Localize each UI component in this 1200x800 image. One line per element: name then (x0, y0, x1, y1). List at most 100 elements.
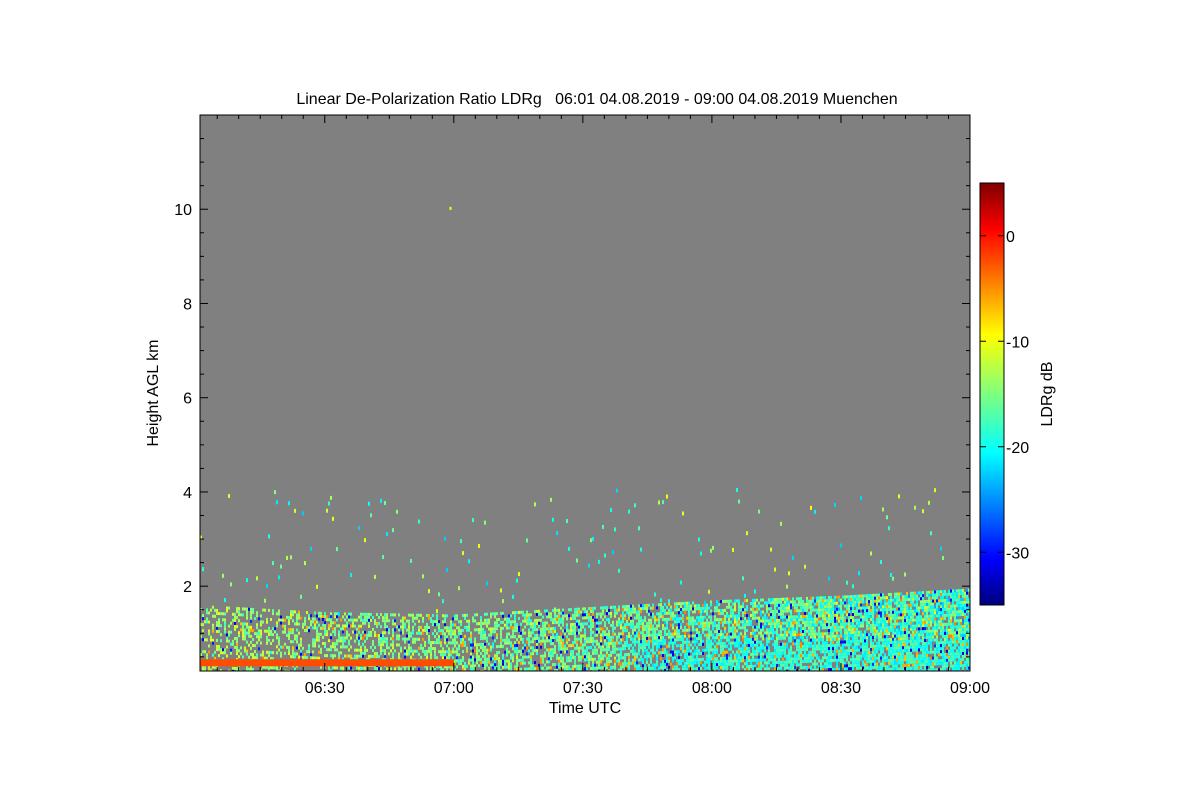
ldr-pixel (784, 636, 786, 640)
ldr-pixel (484, 654, 486, 658)
ldr-pixel (836, 661, 838, 665)
ldr-pixel (682, 640, 684, 644)
ldr-pixel (784, 603, 786, 607)
ldr-pixel (366, 636, 368, 640)
ldr-pixel (738, 617, 740, 621)
ldr-pixel (468, 658, 470, 662)
ldr-pixel (858, 657, 860, 661)
ldr-pixel (872, 611, 874, 615)
ldr-pixel (780, 630, 782, 634)
ldr-pixel (816, 596, 818, 600)
ldr-pixel (258, 632, 260, 636)
ldr-pixel (246, 607, 248, 611)
ldr-pixel (436, 659, 438, 667)
ldr-pixel (528, 628, 530, 632)
ldr-pixel (424, 643, 426, 647)
ldr-pixel (574, 631, 576, 635)
ldr-pixel (854, 633, 856, 637)
ldr-pixel (788, 654, 790, 658)
ldr-pixel (678, 644, 680, 648)
ldr-pixel (768, 613, 770, 617)
ldr-pixel (522, 649, 524, 653)
ldr-pixel (404, 637, 406, 641)
ldr-pixel (818, 602, 820, 606)
ldr-pixel (612, 550, 614, 555)
ldr-pixel (378, 634, 380, 638)
ldr-pixel (782, 627, 784, 631)
ldr-pixel (686, 664, 688, 668)
ldr-pixel (554, 629, 556, 633)
ldr-pixel (592, 666, 594, 670)
ldr-pixel (652, 633, 654, 637)
ldr-pixel (858, 600, 860, 604)
ldr-pixel (852, 622, 854, 626)
ldr-pixel (246, 649, 248, 653)
ldr-pixel (348, 615, 350, 619)
ldr-pixel (570, 629, 572, 633)
ldr-pixel (766, 604, 768, 608)
ldr-pixel (524, 631, 526, 635)
ldr-pixel (666, 650, 668, 654)
ldr-pixel (444, 653, 446, 657)
ldr-pixel (606, 612, 608, 616)
ldr-pixel (854, 651, 856, 655)
ldr-pixel (458, 647, 460, 651)
ldr-pixel (484, 642, 486, 646)
ldr-pixel (808, 665, 810, 669)
ldr-pixel (608, 633, 610, 637)
ldr-pixel (666, 611, 668, 615)
ldr-pixel (412, 625, 414, 629)
ldr-pixel (654, 592, 656, 597)
ldr-pixel (844, 643, 846, 647)
ldr-pixel (840, 652, 842, 656)
ldr-pixel (850, 643, 852, 647)
ldr-pixel (374, 619, 376, 623)
ldr-pixel (644, 607, 646, 611)
ldr-pixel (726, 653, 728, 657)
ldr-pixel (418, 652, 420, 656)
ldr-pixel (836, 628, 838, 632)
ldr-pixel (828, 665, 830, 669)
ldr-pixel (858, 660, 860, 664)
ldr-pixel (812, 653, 814, 657)
ldr-pixel (740, 641, 742, 645)
ldr-pixel (642, 619, 644, 623)
ldr-pixel (342, 645, 344, 649)
ldr-pixel (774, 567, 776, 572)
ldr-pixel (714, 657, 716, 661)
ldr-pixel (258, 635, 260, 639)
ldr-pixel (628, 622, 630, 626)
ldr-pixel (768, 634, 770, 638)
ldr-pixel (336, 612, 338, 616)
ldr-pixel (772, 652, 774, 656)
ldr-pixel (528, 616, 530, 620)
ldr-pixel (272, 666, 274, 670)
ldr-pixel (458, 644, 460, 648)
ldr-pixel (556, 635, 558, 639)
ldr-pixel (592, 630, 594, 634)
ldr-pixel (250, 634, 252, 638)
ldr-pixel (814, 647, 816, 651)
ldr-pixel (804, 614, 806, 618)
ldr-pixel (816, 662, 818, 666)
ldr-pixel (220, 639, 222, 643)
ldr-pixel (878, 656, 880, 660)
ldr-pixel (758, 622, 760, 626)
ldr-pixel (646, 642, 648, 646)
ldr-pixel (236, 616, 238, 620)
ldr-pixel (324, 627, 326, 631)
ldr-pixel (380, 652, 382, 656)
ldr-pixel (310, 623, 312, 627)
ldr-pixel (428, 625, 430, 629)
ldr-pixel (260, 659, 262, 667)
ldr-pixel (450, 626, 452, 630)
ldr-pixel (412, 667, 414, 671)
ldr-pixel (820, 614, 822, 618)
ldr-pixel (820, 620, 822, 624)
ldr-pixel (210, 659, 212, 667)
ldr-pixel (756, 616, 758, 620)
ldr-pixel (554, 611, 556, 615)
ldr-pixel (808, 650, 810, 654)
ldr-pixel (612, 650, 614, 654)
ldr-pixel (572, 643, 574, 647)
